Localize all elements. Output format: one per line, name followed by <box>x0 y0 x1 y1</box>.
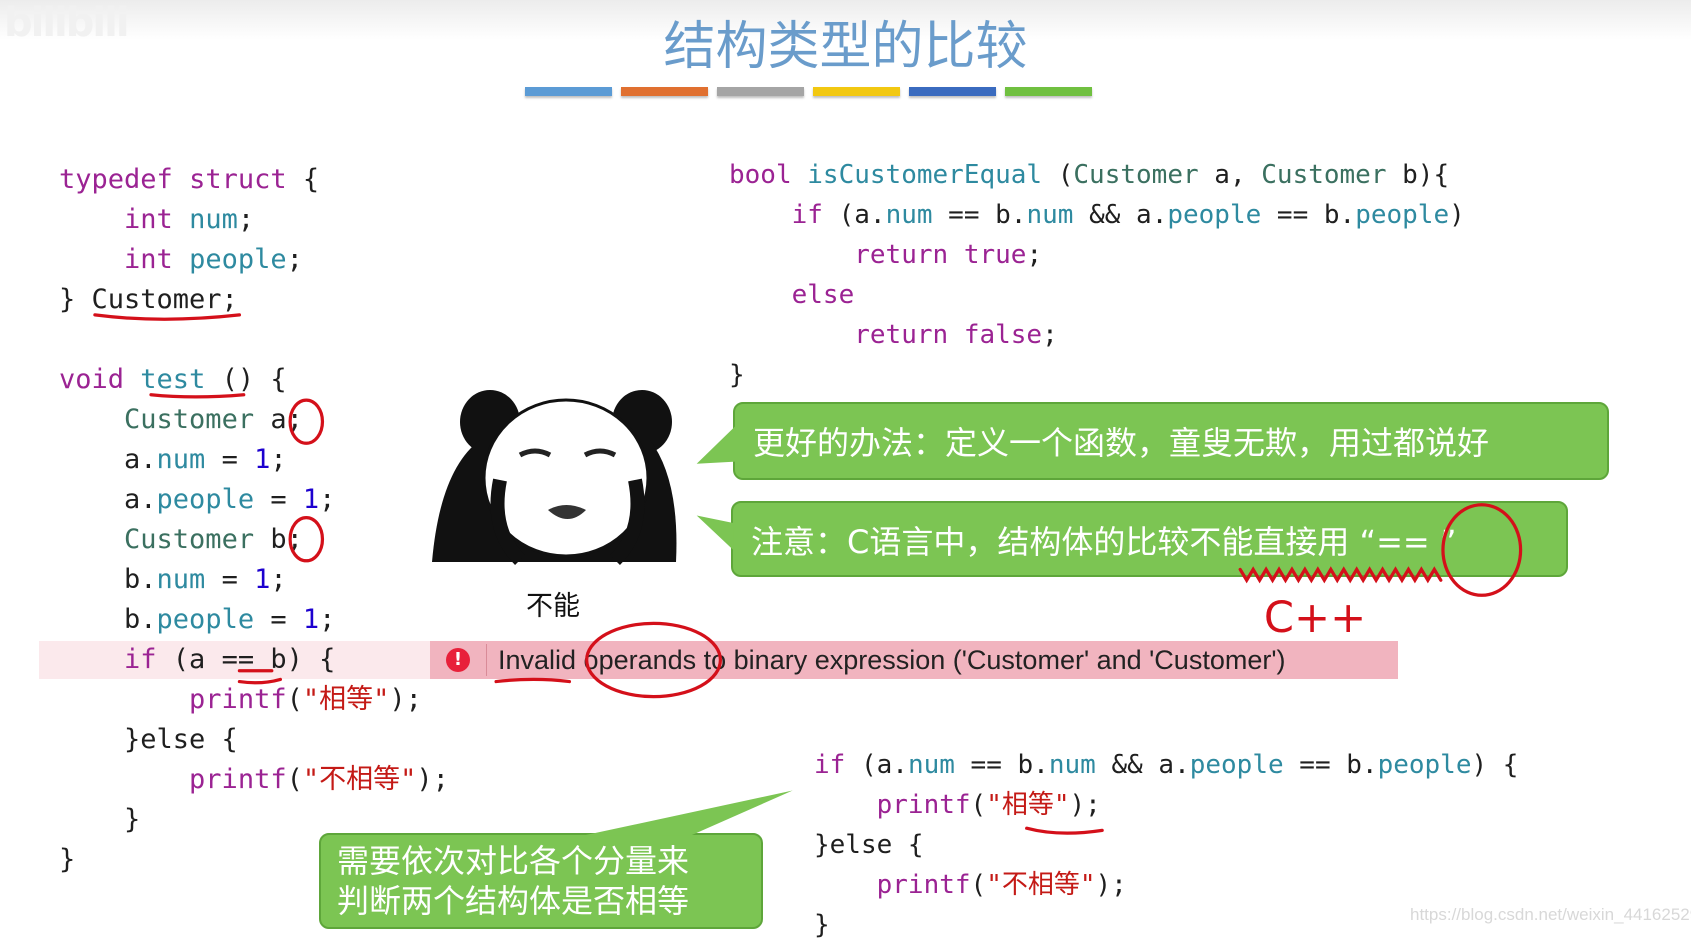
handwritten-annotations: C++ <box>93 313 1523 836</box>
bubble-tail <box>696 515 734 550</box>
bubble-tail <box>696 425 736 464</box>
watermark: https://blog.csdn.net/weixin_44162529 <box>1410 905 1691 924</box>
bubble-tail <box>582 790 793 836</box>
cpp-annotation: C++ <box>1264 593 1366 643</box>
